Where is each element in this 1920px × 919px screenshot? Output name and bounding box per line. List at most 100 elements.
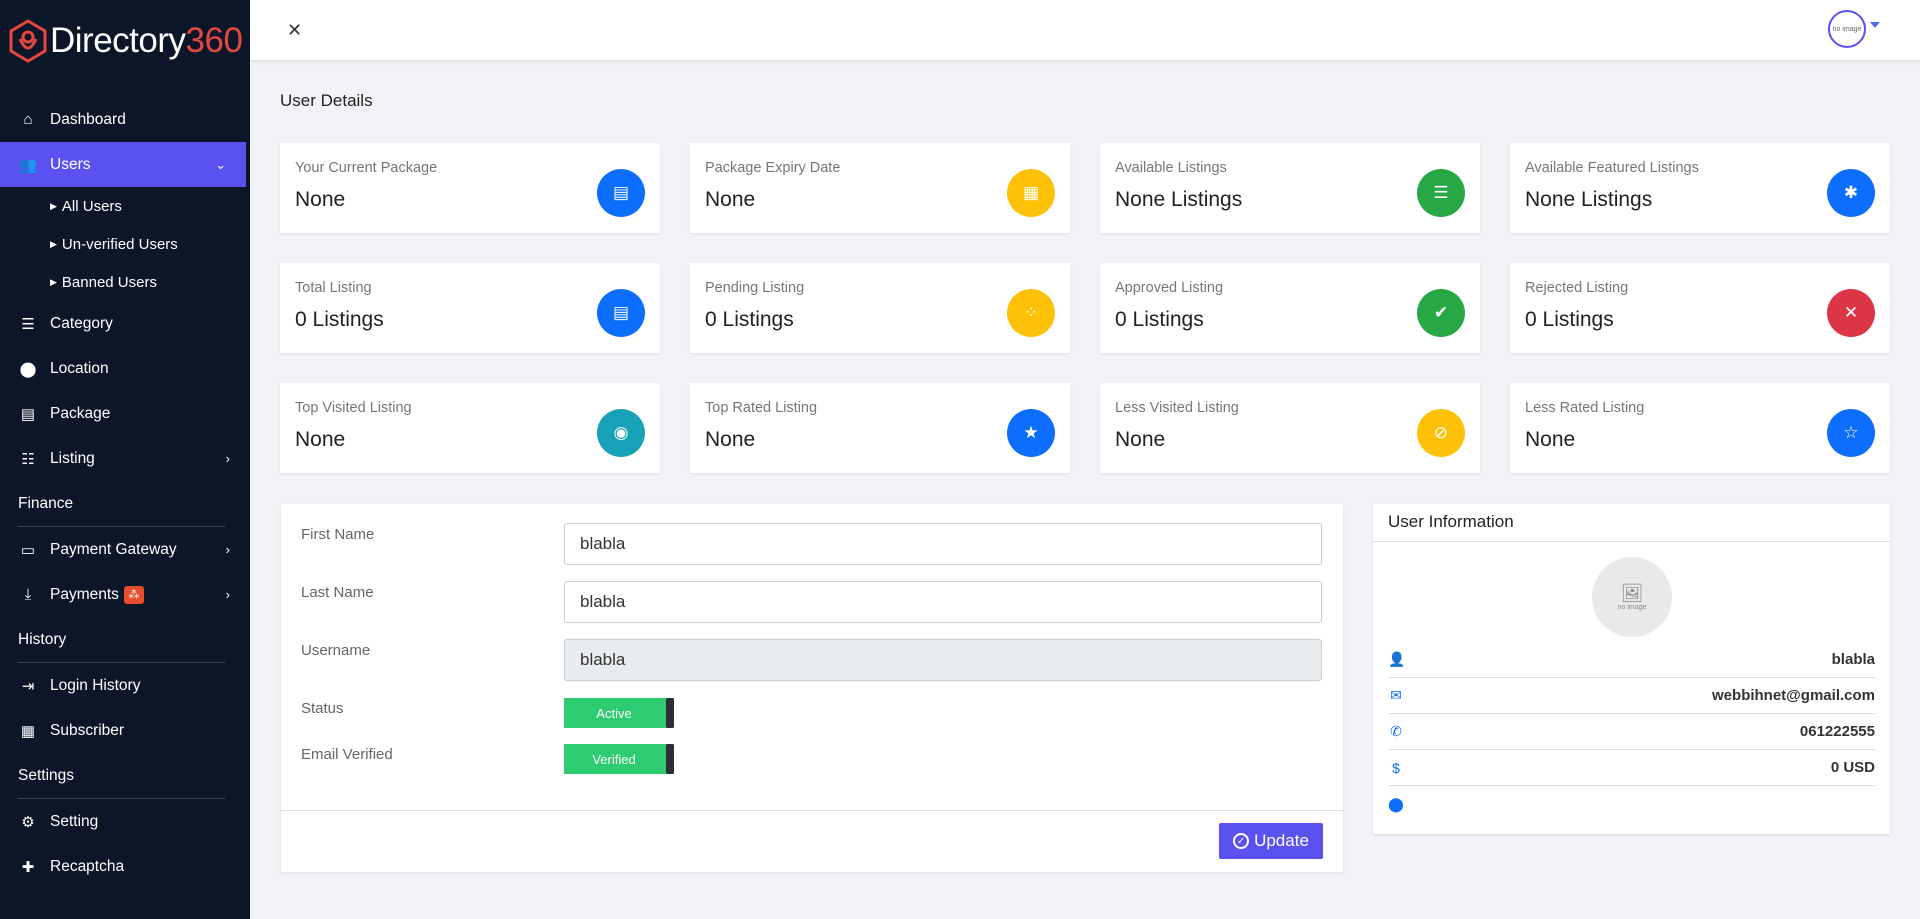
update-button-label: Update (1254, 831, 1309, 850)
brand-number: 360 (185, 21, 243, 60)
sidebar-item-label: Payment Gateway (50, 540, 177, 558)
check-icon: ✔ (1417, 289, 1465, 337)
chevron-right-icon: › (225, 542, 230, 557)
stat-label: Top Visited Listing (295, 400, 412, 416)
stat-card-pending-listing: Pending Listing 0 Listings ⁘ (690, 263, 1070, 353)
bars-icon: ☰ (21, 315, 35, 333)
stat-label: Available Listings (1115, 160, 1227, 176)
user-name-value: blabla (1831, 651, 1875, 668)
sidebar-item-payment-gateway[interactable]: ▭ Payment Gateway › (0, 527, 250, 572)
sidebar-item-dashboard[interactable]: ⌂ Dashboard (0, 97, 250, 142)
sidebar-item-label: Location (50, 359, 109, 377)
user-information-panel: User Information 🖼 no image 👤 blabla ✉ webb… (1373, 504, 1890, 834)
list-alt-icon: ▤ (597, 169, 645, 217)
stat-value: None Listings (1525, 188, 1653, 211)
sidebar-item-label: Recaptcha (50, 857, 125, 875)
map-marker-icon: ⬤ (1388, 795, 1404, 812)
phone-icon: ✆ (1390, 723, 1402, 739)
stat-value: None (1525, 428, 1576, 451)
sidebar-item-location[interactable]: ⬤ Location (0, 346, 250, 391)
sidebar-item-login-history[interactable]: ⇥ Login History (0, 663, 250, 708)
brand-logo[interactable]: Directory 360 (0, 0, 250, 82)
caret-right-icon: ▶ (50, 276, 57, 287)
no-image-text: no image (1617, 604, 1647, 611)
stat-value: None (705, 188, 756, 211)
stat-value: None Listings (1115, 188, 1243, 211)
list-alt-icon: ▤ (20, 405, 36, 423)
sidebar-subitem-all-users[interactable]: ▶ All Users (0, 187, 250, 225)
sidebar-item-setting[interactable]: ⚙ Setting (0, 799, 250, 844)
sidebar-subitem-banned-users[interactable]: ▶ Banned Users (0, 263, 250, 301)
sidebar-item-label: Listing (50, 449, 95, 467)
info-row-balance: $0 USD (1388, 750, 1875, 786)
puzzle-icon: ✚ (21, 858, 35, 876)
sidebar-item-listing[interactable]: ☷ Listing › (0, 436, 250, 481)
list-icon: ☰ (1417, 169, 1465, 217)
avatar[interactable]: no image (1828, 10, 1866, 48)
times-icon: ✕ (1827, 289, 1875, 337)
stat-label: Package Expiry Date (705, 160, 841, 176)
sidebar-section-history: History (0, 617, 250, 663)
sidebar-item-category[interactable]: ☰ Category (0, 301, 250, 346)
sidebar-item-users[interactable]: 👥 Users ⌄ (0, 142, 246, 187)
sidebar-item-label: Category (50, 314, 113, 332)
chevron-right-icon: › (225, 587, 230, 602)
sidebar-subitem-unverified-users[interactable]: ▶ Un-verified Users (0, 225, 250, 263)
sidebar: Directory 360 ⌂ Dashboard 👥 Users ⌄ ▶ All Use… (0, 0, 250, 919)
stat-card-current-package: Your Current Package None ▤ (280, 143, 660, 233)
cogs-icon: ⚙ (21, 813, 35, 831)
avatar-text: no image (1832, 25, 1862, 33)
stat-card-approved-listing: Approved Listing 0 Listings ✔ (1100, 263, 1480, 353)
stat-value: 0 Listings (1115, 308, 1204, 331)
sidebar-item-label: Dashboard (50, 110, 126, 128)
sidebar-section-settings: Settings (0, 753, 250, 799)
status-toggle[interactable]: Active (564, 698, 674, 728)
list-icon: ☷ (21, 450, 35, 468)
stat-label: Less Rated Listing (1525, 400, 1645, 416)
stat-card-total-listing: Total Listing 0 Listings ▤ (280, 263, 660, 353)
stat-value: None (295, 188, 346, 211)
sidebar-item-label: Users (50, 155, 91, 173)
sidebar-item-label: Subscriber (50, 721, 125, 739)
email-verified-toggle[interactable]: Verified (564, 744, 674, 774)
sidebar-item-payments[interactable]: ⤓ Payments ⁂ › (0, 572, 250, 617)
caret-down-icon[interactable] (1870, 22, 1880, 28)
caret-right-icon: ▶ (50, 238, 57, 249)
eye-slash-icon: ⊘ (1417, 409, 1465, 457)
sidebar-item-label: Package (50, 404, 111, 422)
user-edit-form: First Name blabla Last Name blabla Usern… (281, 504, 1343, 872)
stat-value: None (295, 428, 346, 451)
stat-card-available-featured: Available Featured Listings None Listings… (1510, 143, 1890, 233)
first-name-field[interactable]: blabla (564, 523, 1322, 565)
asterisk-icon: ✱ (1827, 169, 1875, 217)
update-button[interactable]: ✓ Update (1219, 823, 1323, 859)
stat-label: Less Visited Listing (1115, 400, 1239, 416)
stat-card-rejected-listing: Rejected Listing 0 Listings ✕ (1510, 263, 1890, 353)
credit-card-icon: ▭ (20, 541, 36, 559)
sidebar-item-package[interactable]: ▤ Package (0, 391, 250, 436)
subscriber-icon: ▦ (20, 722, 36, 740)
stat-label: Rejected Listing (1525, 280, 1629, 296)
stat-label: Approved Listing (1115, 280, 1224, 296)
stat-label: Top Rated Listing (705, 400, 818, 416)
check-circle-icon: ✓ (1233, 833, 1250, 849)
calendar-icon: ▦ (1007, 169, 1055, 217)
sidebar-item-recaptcha[interactable]: ✚ Recaptcha (0, 844, 250, 889)
sidebar-item-subscriber[interactable]: ▦ Subscriber (0, 708, 250, 753)
last-name-field[interactable]: blabla (564, 581, 1322, 623)
close-sidebar-icon[interactable]: ✕ (287, 20, 302, 41)
envelope-icon: ✉ (1390, 687, 1402, 703)
stat-value: None (705, 428, 756, 451)
download-icon: ⤓ (24, 586, 32, 603)
stat-label: Total Listing (295, 280, 372, 296)
user-photo-placeholder: 🖼 no image (1592, 557, 1672, 637)
sidebar-item-label: Payments (50, 585, 119, 603)
status-label: Status (301, 700, 344, 717)
stat-card-less-visited: Less Visited Listing None ⊘ (1100, 383, 1480, 473)
stat-card-available-listings: Available Listings None Listings ☰ (1100, 143, 1480, 233)
page-title: User Details (280, 91, 373, 110)
username-field: blabla (564, 639, 1322, 681)
dollar-icon: $ (1392, 759, 1400, 776)
top-header: ✕ no image (250, 0, 1920, 60)
last-name-label: Last Name (301, 584, 374, 601)
